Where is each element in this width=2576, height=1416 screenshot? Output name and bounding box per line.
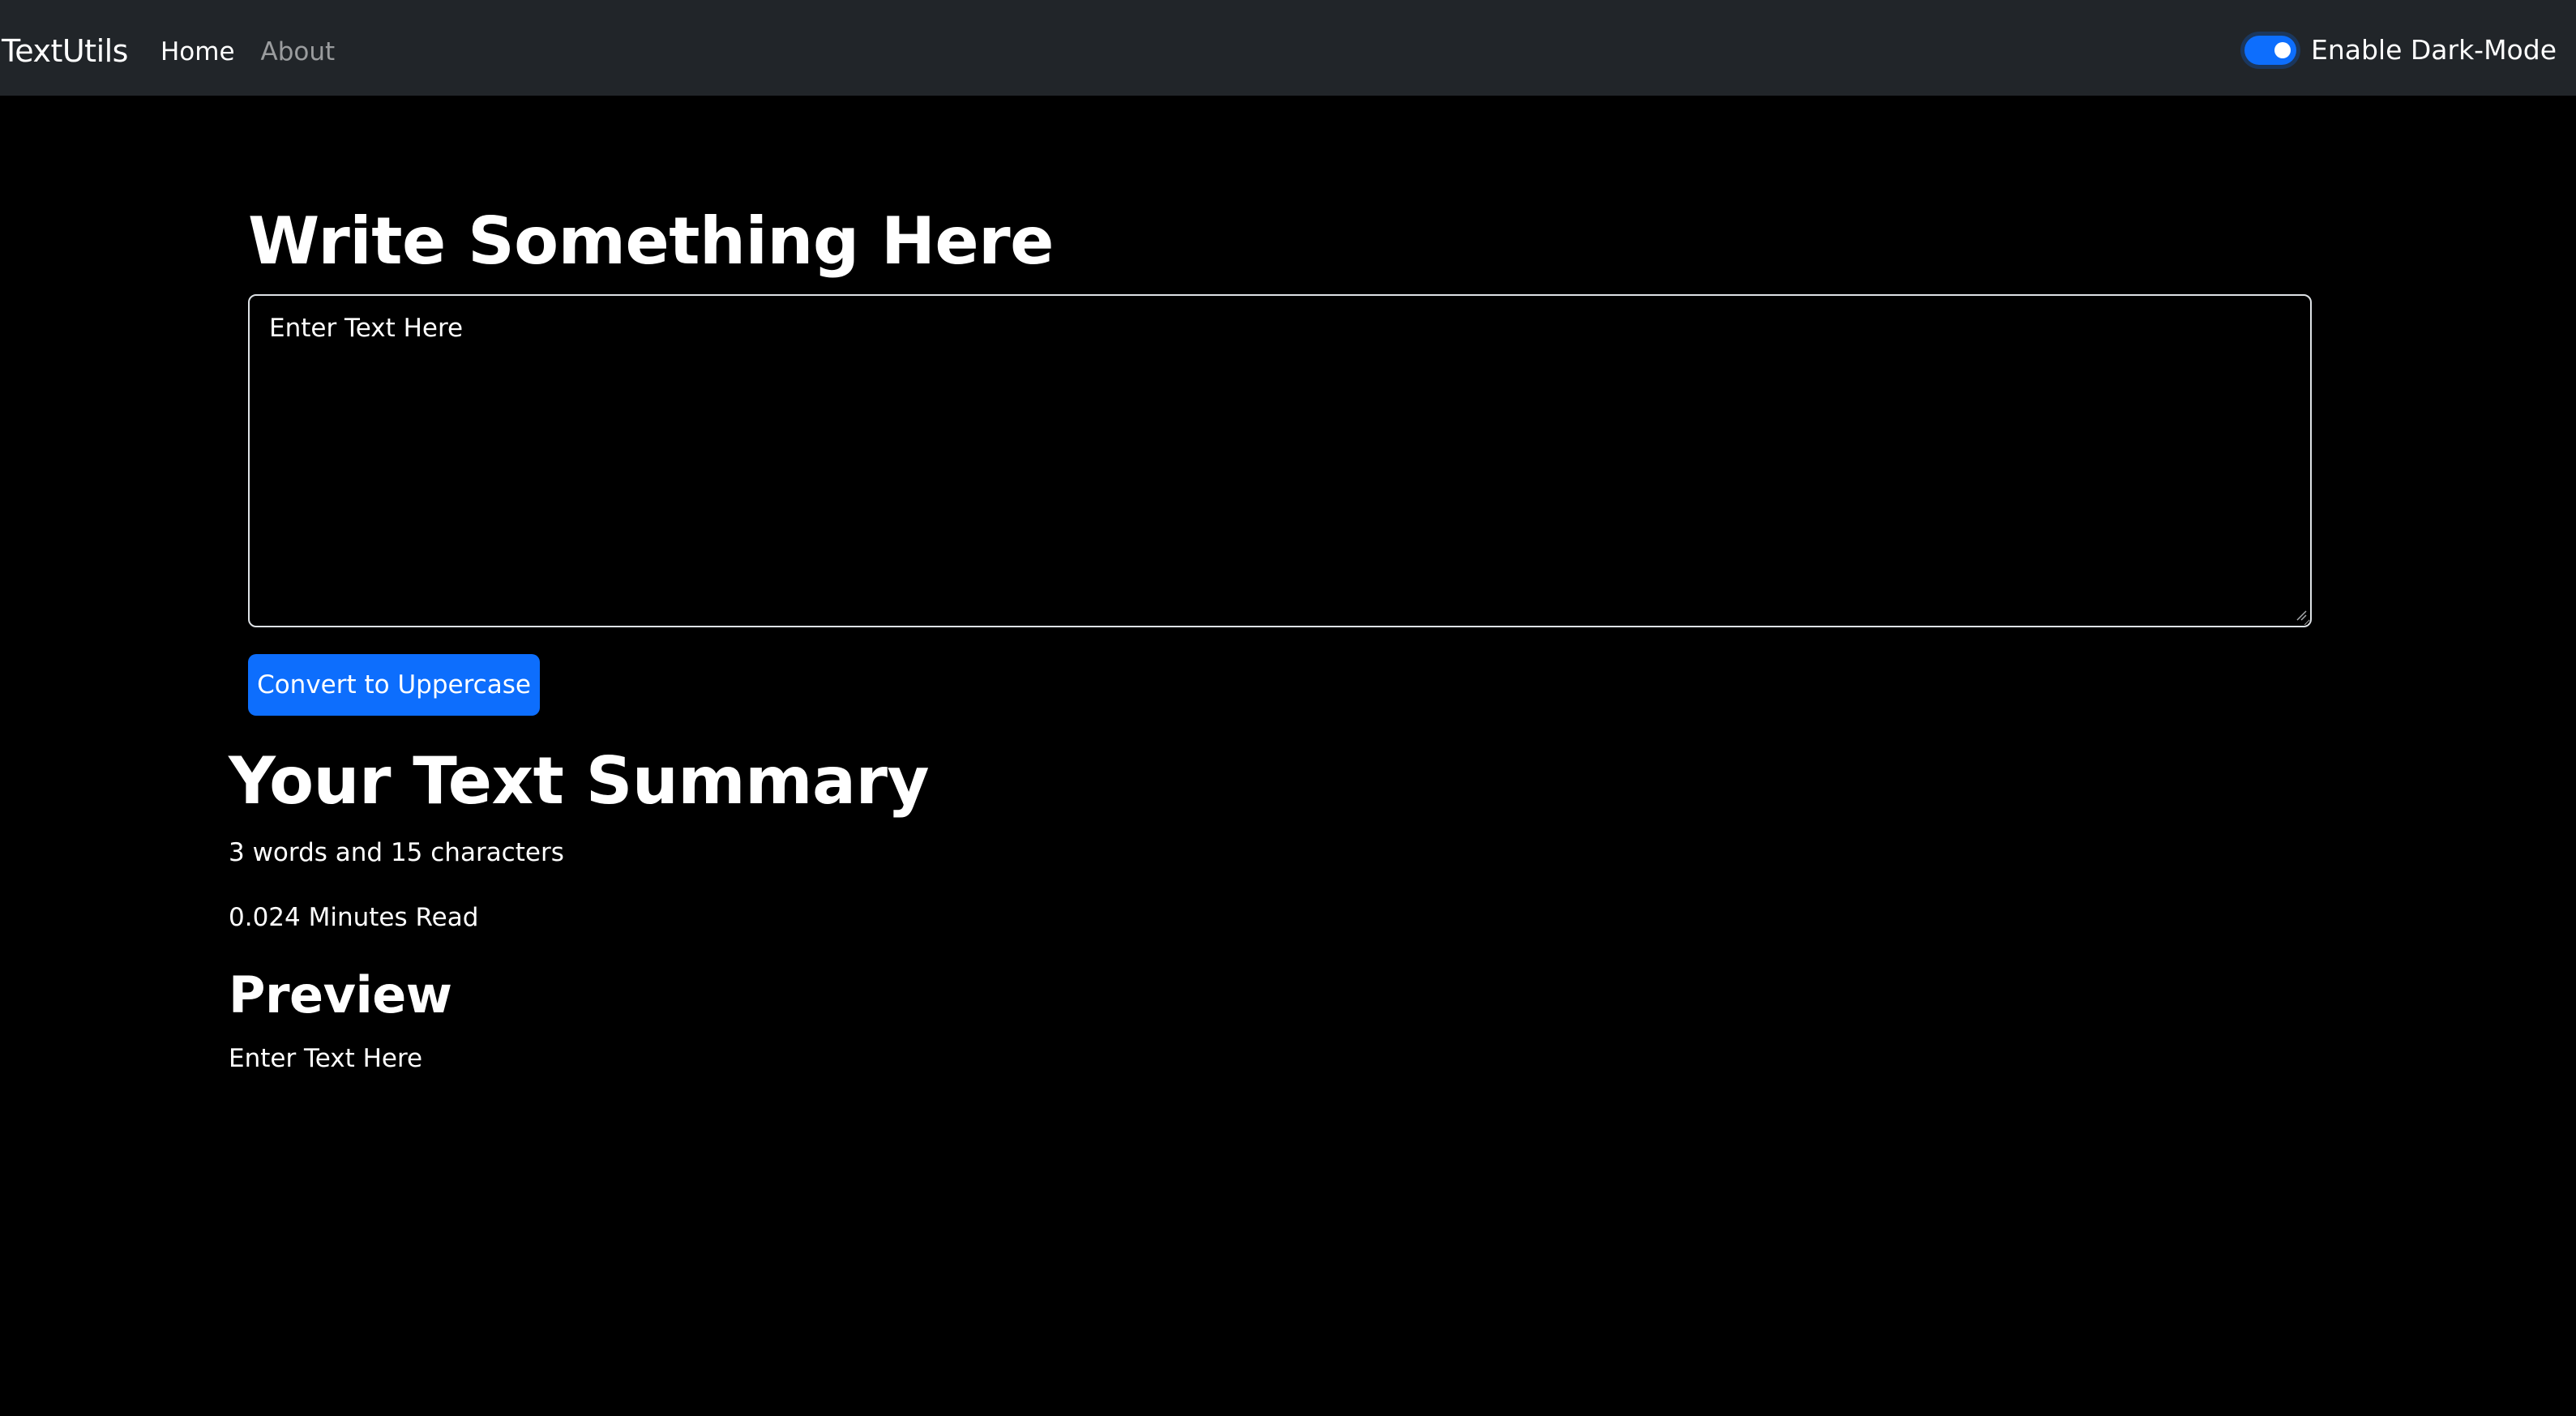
navbar: TextUtils Home About Enable Dark-Mode [0, 0, 2576, 96]
page-title: Write Something Here [248, 203, 1054, 279]
read-time: 0.024 Minutes Read [229, 903, 479, 932]
switch-knob [2274, 42, 2291, 58]
text-input-area[interactable] [248, 294, 2312, 627]
convert-uppercase-button[interactable]: Convert to Uppercase [248, 654, 540, 716]
preview-text: Enter Text Here [229, 1044, 423, 1073]
brand-link[interactable]: TextUtils [2, 31, 128, 71]
dark-mode-switch[interactable] [2244, 36, 2296, 65]
nav-link-home[interactable]: Home [160, 34, 235, 70]
word-char-count: 3 words and 15 characters [229, 838, 564, 867]
dark-mode-toggle[interactable]: Enable Dark-Mode [2244, 32, 2557, 68]
summary-heading: Your Text Summary [229, 743, 930, 819]
dark-mode-label[interactable]: Enable Dark-Mode [2311, 32, 2557, 68]
nav-link-about[interactable]: About [261, 34, 336, 70]
resize-grip-icon[interactable] [2296, 610, 2307, 621]
preview-heading: Preview [229, 965, 452, 1025]
nav-links: Home About [160, 34, 335, 70]
